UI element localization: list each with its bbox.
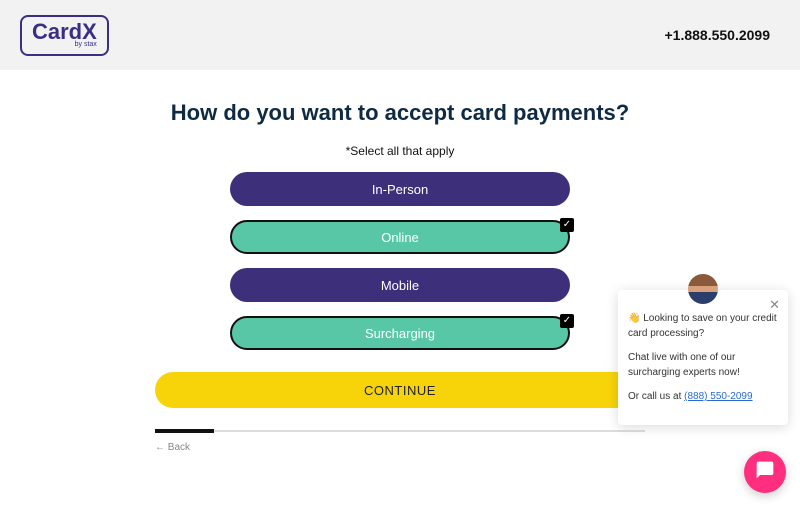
chat-icon <box>755 460 775 485</box>
page-title: How do you want to accept card payments? <box>80 100 720 126</box>
agent-avatar <box>688 274 718 304</box>
chat-popup: ✕ 👋 Looking to save on your credit card … <box>618 290 788 425</box>
chat-line-2: Chat live with one of our surcharging ex… <box>628 351 778 380</box>
chat-launcher-button[interactable] <box>744 451 786 493</box>
wave-icon: 👋 <box>628 313 640 324</box>
option-in-person[interactable]: In-Person <box>230 172 570 206</box>
progress-fill <box>155 429 214 433</box>
option-label: In-Person <box>372 182 428 197</box>
progress-bar <box>155 430 645 432</box>
logo[interactable]: CardX by stax <box>20 15 109 56</box>
continue-button[interactable]: CONTINUE <box>155 372 645 408</box>
header: CardX by stax +1.888.550.2099 <box>0 0 800 70</box>
chat-line-1: 👋 Looking to save on your credit card pr… <box>628 312 778 341</box>
check-icon: ✓ <box>560 314 574 328</box>
option-label: Mobile <box>381 278 419 293</box>
option-label: Surcharging <box>365 326 435 341</box>
option-mobile[interactable]: Mobile <box>230 268 570 302</box>
continue-label: CONTINUE <box>364 383 436 398</box>
close-icon[interactable]: ✕ <box>769 296 780 315</box>
option-label: Online <box>381 230 419 245</box>
check-icon: ✓ <box>560 218 574 232</box>
back-button[interactable]: ← Back <box>155 442 645 453</box>
chat-phone-link[interactable]: (888) 550-2099 <box>684 391 752 402</box>
page-subtitle: *Select all that apply <box>80 144 720 158</box>
option-surcharging[interactable]: Surcharging ✓ <box>230 316 570 350</box>
header-phone[interactable]: +1.888.550.2099 <box>665 27 771 43</box>
option-online[interactable]: Online ✓ <box>230 220 570 254</box>
logo-main-text: CardX <box>32 21 97 43</box>
chat-line-3: Or call us at (888) 550-2099 <box>628 390 778 405</box>
